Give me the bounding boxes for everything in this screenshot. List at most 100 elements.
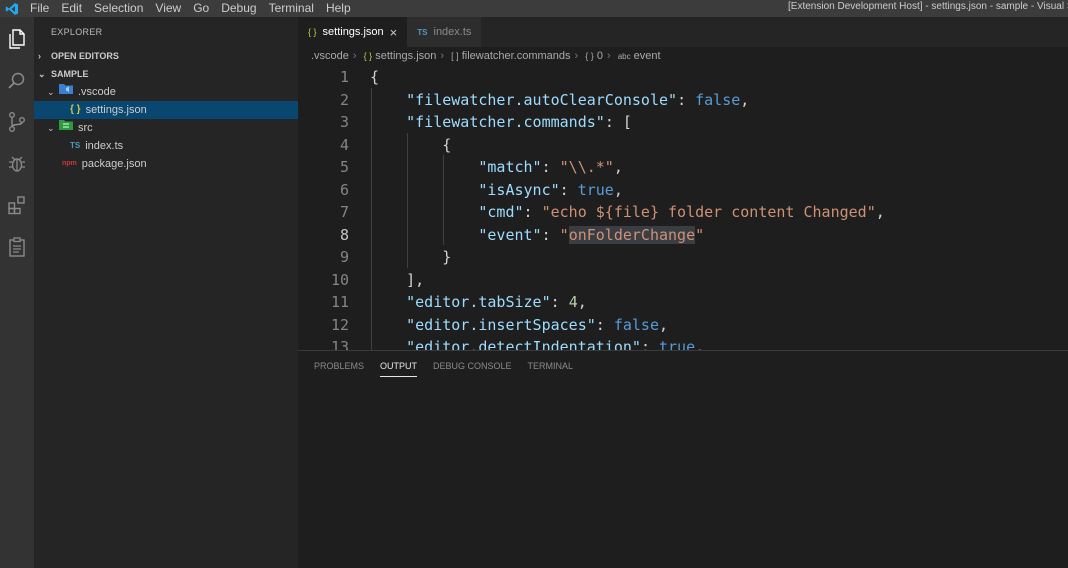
- code-editor[interactable]: 1{2 "filewatcher.autoClearConsole": fals…: [298, 65, 1068, 350]
- code-line[interactable]: 13 "editor.detectIndentation": true,: [298, 336, 1068, 350]
- menu-terminal[interactable]: Terminal: [263, 0, 320, 17]
- menu-help[interactable]: Help: [320, 0, 357, 17]
- close-icon[interactable]: ×: [390, 25, 398, 40]
- chevron-right-icon: ›: [574, 50, 579, 62]
- code-text: ],: [370, 269, 424, 292]
- line-number: 11: [330, 293, 349, 311]
- panel-tab-debug-console[interactable]: DEBUG CONSOLE: [433, 351, 512, 381]
- explorer-sidebar: EXPLORER › OPEN EDITORS ⌄ SAMPLE ⌄ .vsco…: [34, 17, 298, 568]
- code-line[interactable]: 1{: [298, 66, 1068, 89]
- line-number: 2: [339, 90, 349, 109]
- tree-item-label: package.json: [81, 158, 147, 170]
- code-text: "match": "\\.*",: [370, 156, 623, 179]
- code-text: "editor.tabSize": 4,: [370, 291, 587, 314]
- source-control-icon[interactable]: [0, 106, 34, 138]
- line-number: 7: [339, 203, 349, 221]
- line-number: 13: [330, 338, 349, 350]
- code-token: ,: [695, 338, 705, 350]
- menu-view[interactable]: View: [149, 0, 187, 17]
- open-editors-section[interactable]: › OPEN EDITORS: [34, 47, 298, 65]
- editor-tabs: { } settings.json × TS index.ts: [298, 17, 1068, 47]
- code-token: :: [595, 315, 614, 334]
- code-line[interactable]: 5 "match": "\\.*",: [298, 156, 1068, 179]
- folder-vscode-icon: [59, 83, 73, 101]
- debug-icon[interactable]: [0, 148, 34, 180]
- breadcrumb-item-settings[interactable]: settings.json: [375, 50, 436, 62]
- panel-tab-output[interactable]: OUTPUT: [380, 356, 418, 377]
- code-line[interactable]: 8 "event": "onFolderChange": [298, 224, 1068, 247]
- chevron-right-icon: ›: [38, 51, 41, 61]
- code-text: {: [370, 66, 379, 89]
- tree-item-index-ts[interactable]: TS index.ts: [34, 137, 298, 155]
- menu-file[interactable]: File: [24, 0, 55, 17]
- code-line[interactable]: 4 {: [298, 134, 1068, 157]
- chevron-down-icon: ⌄: [47, 87, 55, 97]
- tab-settings-json[interactable]: { } settings.json ×: [298, 17, 408, 47]
- tab-label: index.ts: [433, 26, 472, 38]
- line-number: 10: [330, 270, 349, 289]
- line-number: 1: [339, 68, 349, 86]
- json-file-icon: { }: [70, 104, 81, 115]
- code-text: "filewatcher.commands": [: [370, 111, 632, 134]
- code-line[interactable]: 7 "cmd": "echo ${file} folder content Ch…: [298, 201, 1068, 224]
- activity-bar: [0, 17, 34, 568]
- tree-item-package-json[interactable]: npm package.json: [34, 155, 298, 173]
- code-line[interactable]: 12 "editor.insertSpaces": false,: [298, 314, 1068, 337]
- window-title: [Extension Development Host] - settings.…: [788, 1, 1068, 12]
- breadcrumb-item-index[interactable]: 0: [597, 50, 603, 62]
- extensions-icon[interactable]: [0, 189, 34, 221]
- chevron-right-icon: ›: [606, 50, 611, 62]
- code-token: "event": [478, 225, 542, 244]
- code-token: :: [677, 90, 696, 109]
- menu-go[interactable]: Go: [187, 0, 215, 17]
- code-line[interactable]: 9 }: [298, 246, 1068, 269]
- code-token: false: [695, 90, 741, 109]
- object-icon: { }: [585, 51, 594, 61]
- code-line[interactable]: 2 "filewatcher.autoClearConsole": false,: [298, 89, 1068, 112]
- tree-item-src-folder[interactable]: ⌄ src: [34, 119, 298, 137]
- code-token: false: [613, 315, 659, 334]
- code-line[interactable]: 11 "editor.tabSize": 4,: [298, 291, 1068, 314]
- menu-edit[interactable]: Edit: [55, 0, 88, 17]
- code-text: }: [370, 246, 451, 269]
- code-text: "editor.insertSpaces": false,: [370, 314, 668, 337]
- title-bar: File Edit Selection View Go Debug Termin…: [0, 0, 1068, 17]
- code-line[interactable]: 3 "filewatcher.commands": [: [298, 111, 1068, 134]
- breadcrumb-item-vscode[interactable]: .vscode: [311, 50, 349, 62]
- tasks-icon[interactable]: [0, 231, 34, 263]
- code-token: :: [550, 293, 569, 311]
- menu-selection[interactable]: Selection: [88, 0, 149, 17]
- tree-item-vscode-folder[interactable]: ⌄ .vscode: [34, 83, 298, 101]
- files-icon[interactable]: [0, 23, 34, 55]
- breadcrumb-item-commands[interactable]: filewatcher.commands: [462, 50, 571, 62]
- panel-tab-terminal[interactable]: TERMINAL: [528, 351, 574, 381]
- code-token: ],: [370, 270, 425, 289]
- code-text: "filewatcher.autoClearConsole": false,: [370, 89, 749, 112]
- code-token: :: [541, 225, 560, 244]
- code-line[interactable]: 6 "isAsync": true,: [298, 179, 1068, 202]
- typescript-file-icon: TS: [417, 27, 428, 37]
- workspace-section[interactable]: ⌄ SAMPLE: [34, 65, 298, 83]
- code-token: :: [541, 158, 560, 176]
- menu-debug[interactable]: Debug: [215, 0, 262, 17]
- code-token: ": [695, 225, 705, 244]
- code-text: "editor.detectIndentation": true,: [370, 336, 704, 350]
- vscode-logo-icon: [0, 0, 24, 17]
- panel-tab-problems[interactable]: PROBLEMS: [314, 351, 364, 381]
- code-token: "editor.detectIndentation": [406, 338, 641, 350]
- folder-src-icon: [59, 119, 73, 137]
- typescript-file-icon: TS: [70, 141, 81, 150]
- code-text: "event": "onFolderChange": [370, 224, 704, 247]
- breadcrumb-item-event[interactable]: event: [634, 50, 661, 62]
- code-token: ": [559, 225, 569, 244]
- code-token: "filewatcher.commands": [406, 113, 605, 131]
- code-line[interactable]: 10 ],: [298, 269, 1068, 292]
- string-icon: abc: [617, 52, 631, 61]
- search-icon[interactable]: [0, 65, 34, 97]
- workspace-label: SAMPLE: [51, 69, 89, 79]
- tree-item-settings-json[interactable]: { } settings.json: [34, 101, 298, 119]
- tab-index-ts[interactable]: TS index.ts: [407, 17, 482, 47]
- line-number: 9: [339, 248, 349, 266]
